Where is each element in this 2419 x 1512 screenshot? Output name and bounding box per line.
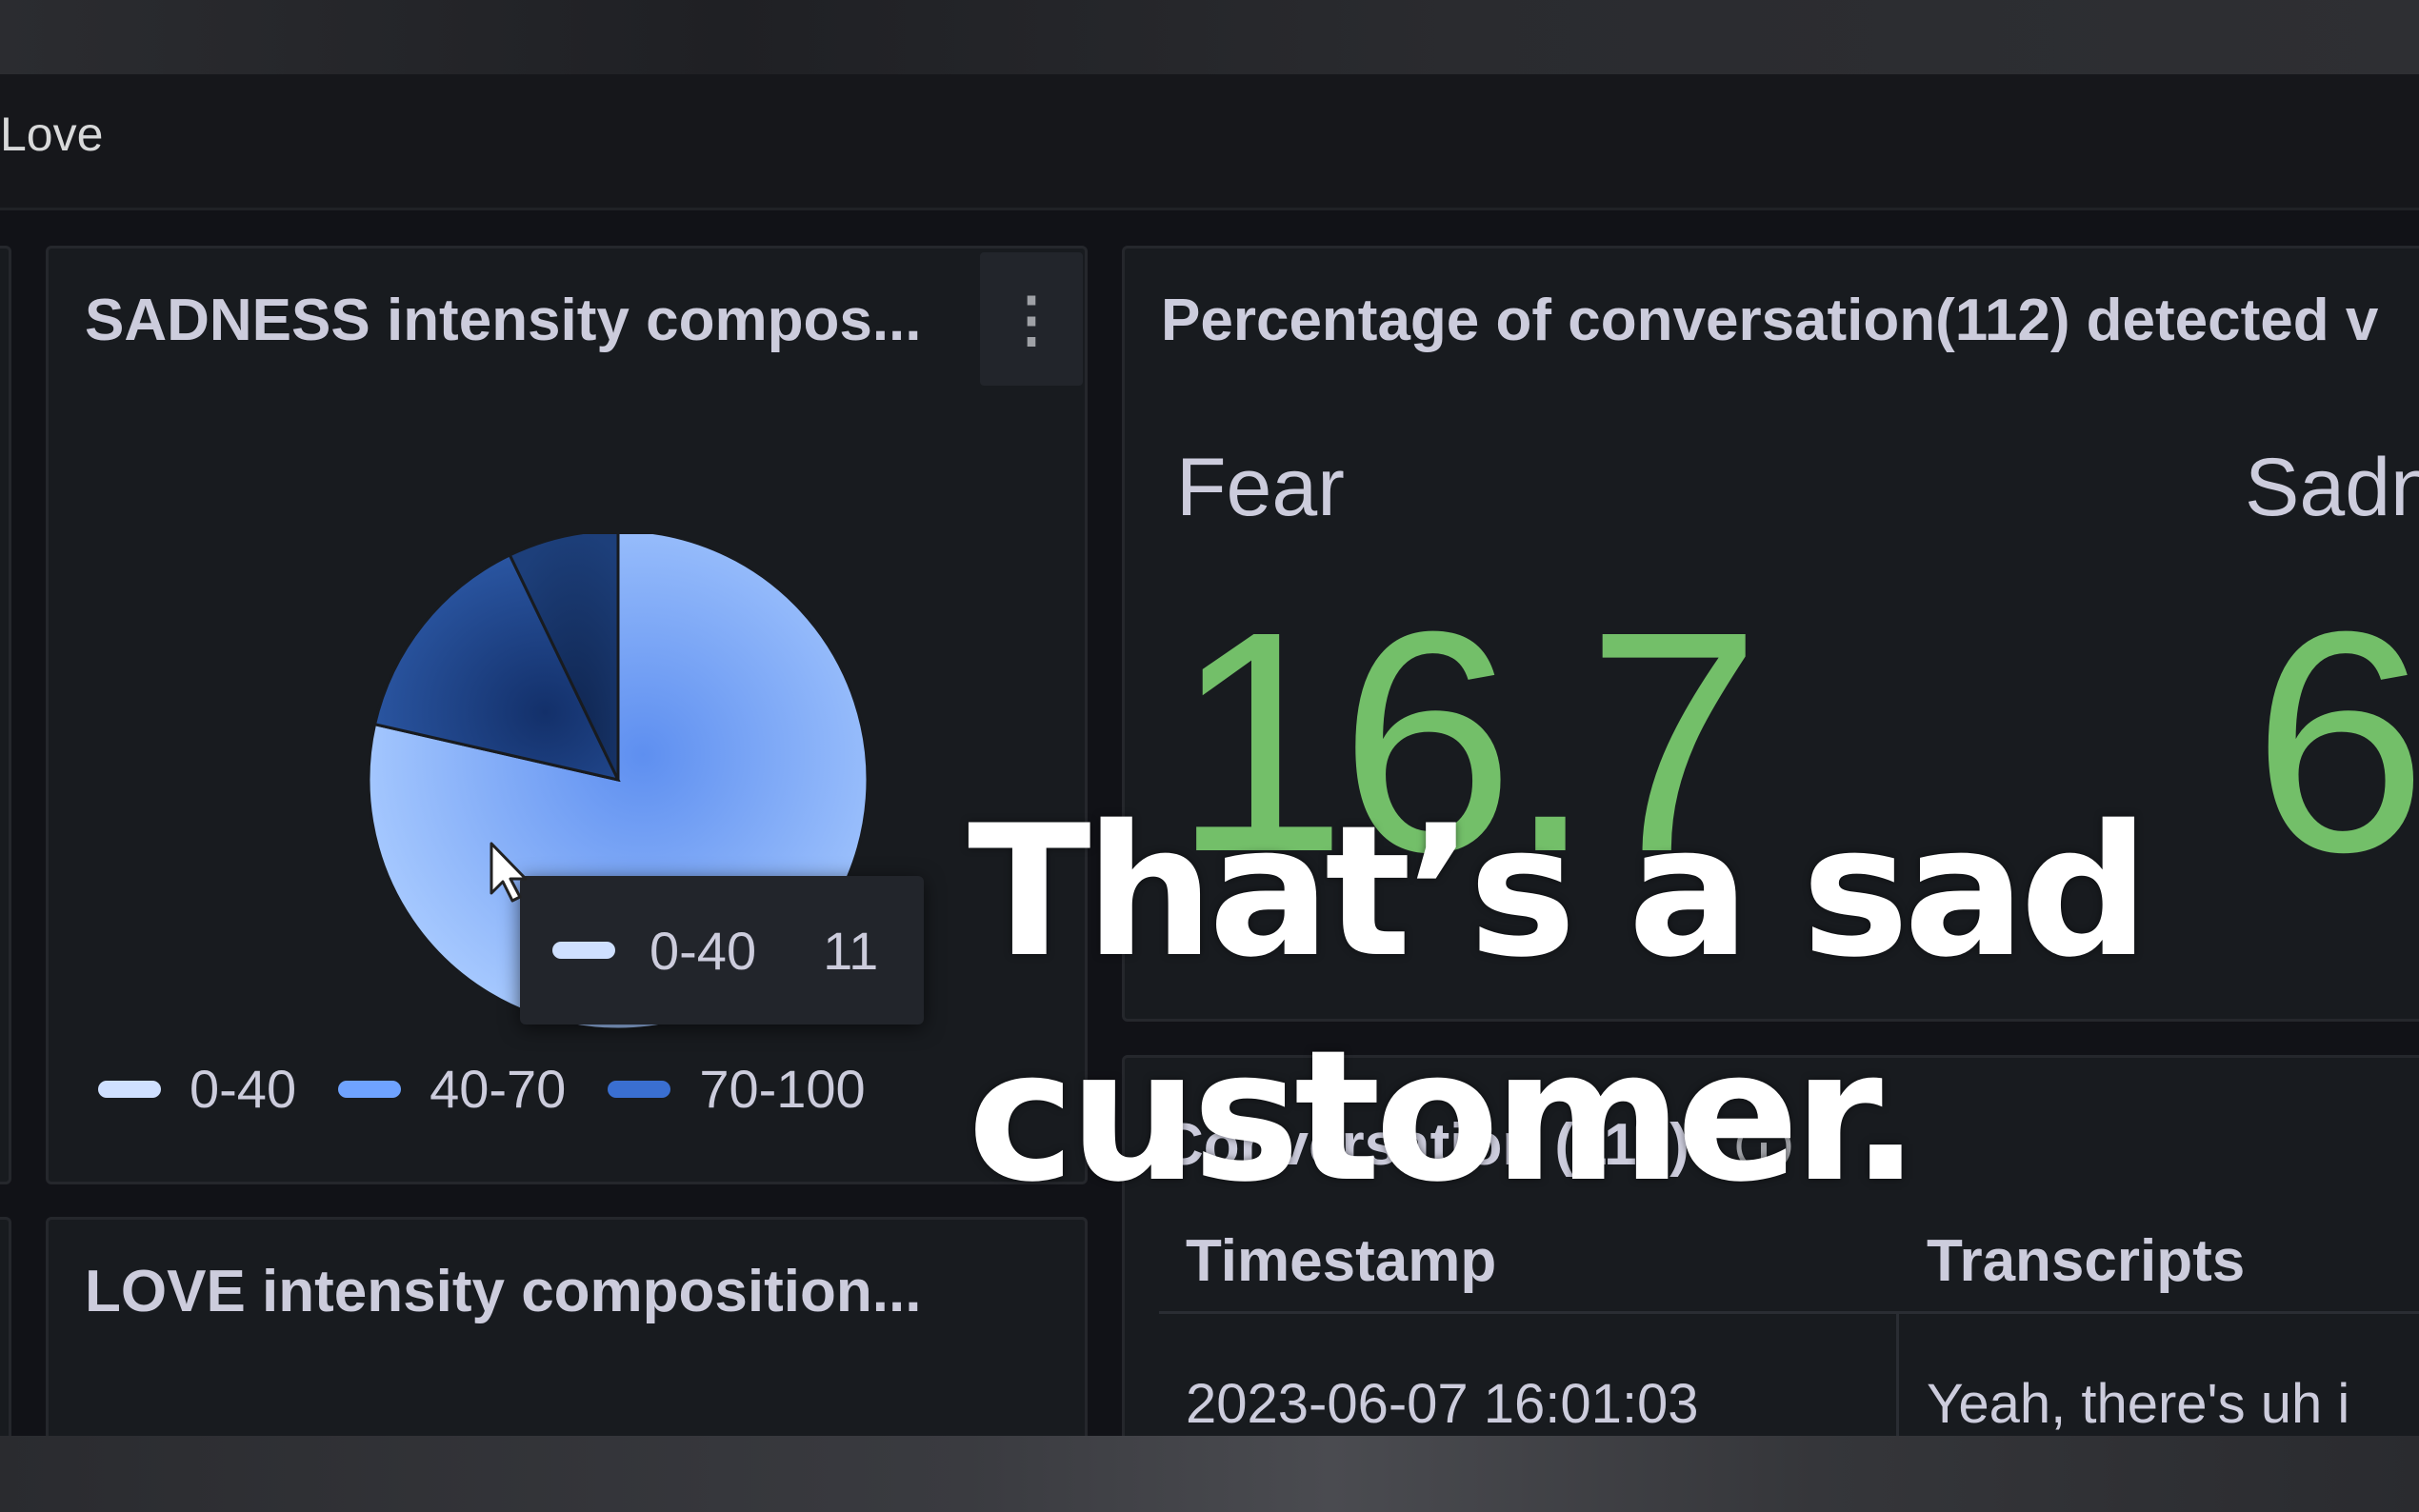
video-bottom-bar [0, 1436, 2419, 1512]
tooltip-swatch [552, 942, 615, 959]
stat-value-sadness: 6 [2252, 566, 2419, 917]
video-top-bar [0, 0, 2419, 74]
column-divider [1896, 1311, 1899, 1436]
mouse-cursor-icon [490, 842, 528, 903]
cell-timestamp: 2023-06-07 16:01:03 [1186, 1373, 1699, 1435]
offscreen-panel [0, 246, 11, 1184]
tooltip-label: 0-40 [650, 920, 757, 981]
legend-item[interactable]: 70-100 [608, 1058, 866, 1120]
column-header-timestamp[interactable]: Timestamp [1186, 1227, 1496, 1295]
legend-swatch [338, 1080, 402, 1098]
dashboard: Love SADNESS intensity compos... ⋮ 0-40 … [0, 74, 2419, 1436]
panel-title: Percentage of conversation(112) detected… [1161, 288, 2379, 353]
love-intensity-panel: LOVE intensity composition... [46, 1217, 1088, 1436]
cell-transcript: Yeah, there's uh i [1927, 1373, 2350, 1435]
video-caption-line-2: customer. [968, 1011, 1920, 1222]
pie-legend: 0-40 40-70 70-100 [98, 1058, 908, 1120]
tooltip-value: 11 [823, 920, 879, 981]
sadness-intensity-panel: SADNESS intensity compos... ⋮ 0-40 40-70… [46, 246, 1088, 1184]
column-header-transcripts[interactable]: Transcripts [1927, 1227, 2245, 1295]
legend-swatch [608, 1080, 671, 1098]
legend-label: 40-70 [430, 1059, 567, 1119]
row-title: Love [0, 108, 104, 161]
panel-title: LOVE intensity composition... [85, 1259, 922, 1324]
legend-item[interactable]: 40-70 [338, 1058, 566, 1120]
legend-item[interactable]: 0-40 [98, 1058, 296, 1120]
stat-label-sadness: Sadn [2245, 442, 2419, 533]
stat-label-fear: Fear [1176, 442, 1345, 533]
video-caption-line-1: That’s a sad [968, 786, 2149, 997]
legend-swatch [98, 1080, 161, 1098]
panel-menu-button[interactable]: ⋮ [980, 252, 1083, 386]
legend-label: 0-40 [190, 1059, 297, 1119]
offscreen-panel [0, 1217, 11, 1436]
more-vertical-icon: ⋮ [1001, 285, 1062, 353]
header-divider [1159, 1311, 2419, 1314]
row-header[interactable]: Love [0, 74, 2419, 210]
panel-title: SADNESS intensity compos... [85, 288, 922, 353]
legend-label: 70-100 [699, 1059, 866, 1119]
pie-tooltip: 0-40 11 [520, 876, 924, 1025]
